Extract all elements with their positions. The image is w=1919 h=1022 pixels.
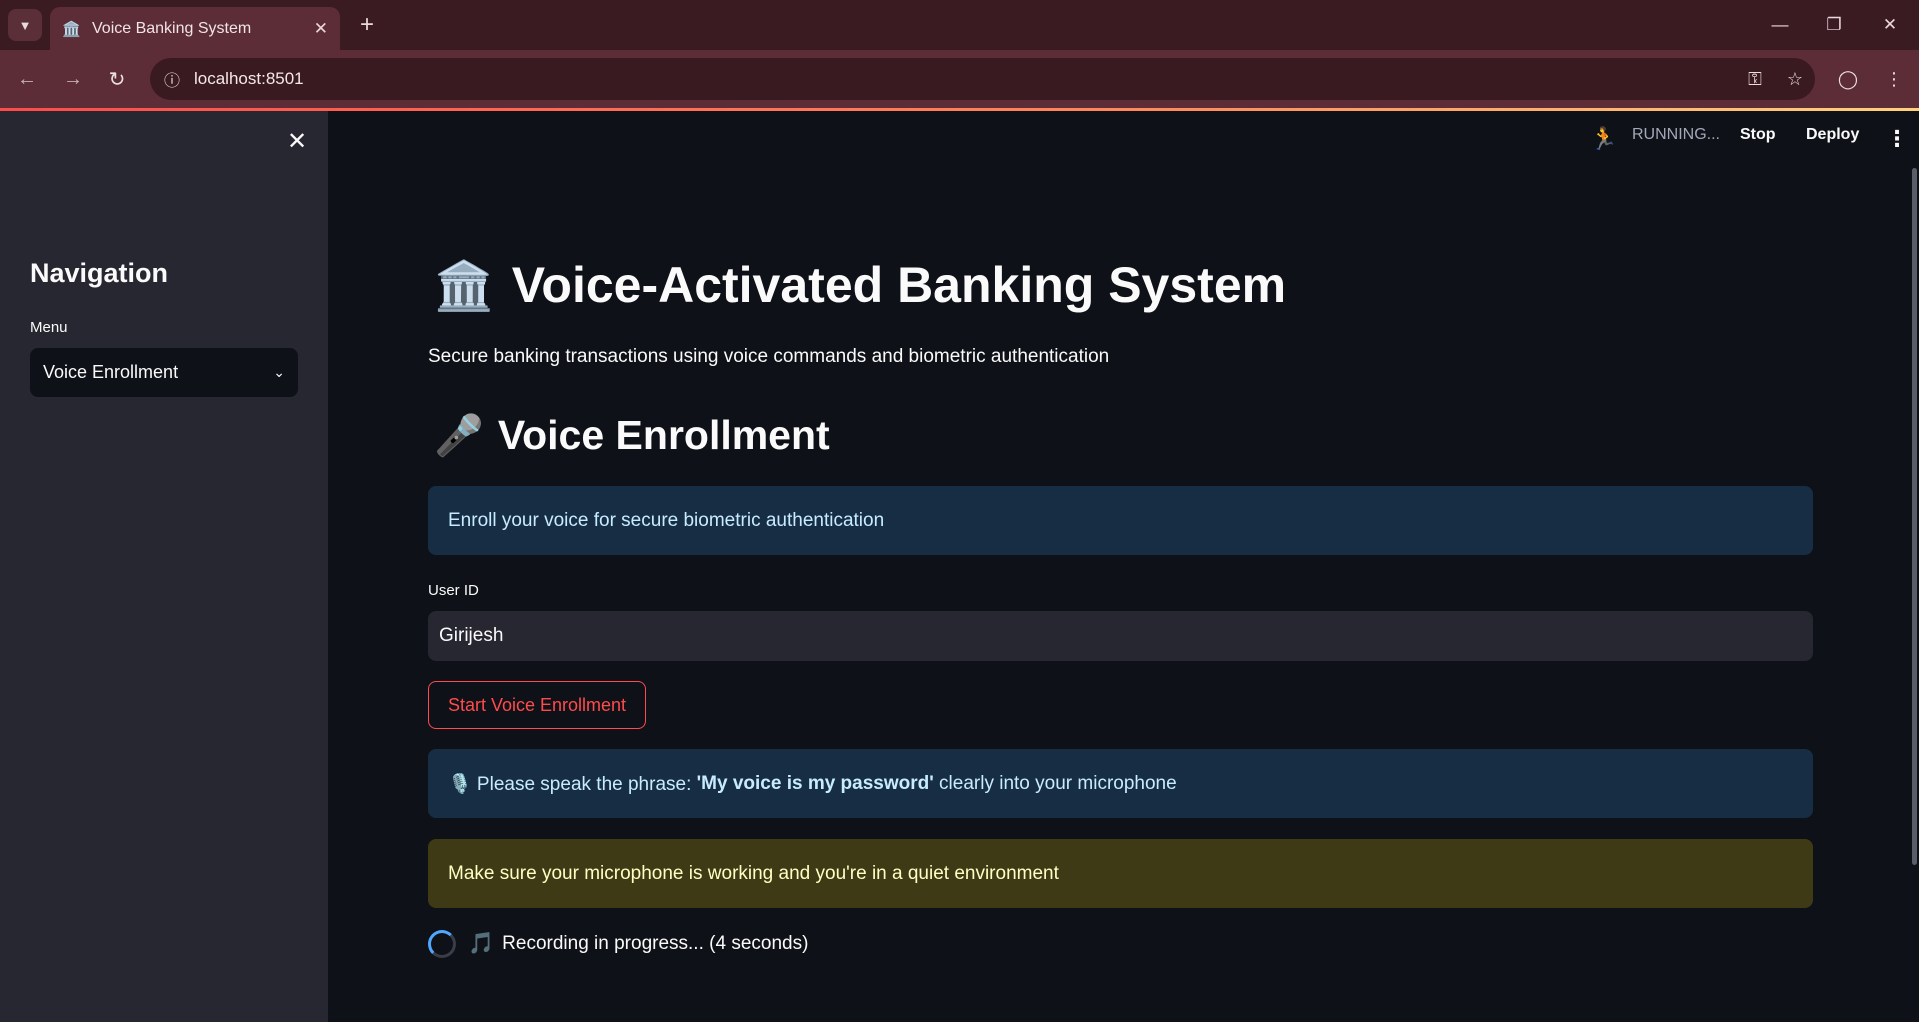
back-arrow-icon[interactable]: ←	[12, 64, 42, 94]
reload-icon[interactable]: ↻	[102, 64, 132, 94]
phrase-prefix: 🎙️ Please speak the phrase:	[448, 773, 697, 795]
info-alert-text: Enroll your voice for secure biometric a…	[448, 509, 885, 531]
page-subtitle: Secure banking transactions using voice …	[428, 346, 1110, 367]
favicon: 🏛️	[62, 20, 81, 38]
tab-search-button[interactable]: ▼	[8, 9, 42, 41]
chevron-down-icon: ▼	[18, 17, 32, 33]
phrase-text: 'My voice is my password'	[696, 772, 934, 794]
star-icon[interactable]: ☆	[1775, 69, 1815, 90]
menu-label: Menu	[30, 319, 68, 336]
phrase-alert: 🎙️ Please speak the phrase: 'My voice is…	[428, 749, 1813, 818]
warning-alert-text: Make sure your microphone is working and…	[448, 862, 1059, 884]
music-note-icon: 🎵	[468, 932, 495, 955]
forward-arrow-icon[interactable]: →	[58, 64, 88, 94]
window-close-icon[interactable]: ✕	[1862, 0, 1918, 50]
minimize-icon[interactable]: —	[1752, 0, 1808, 50]
warning-alert: Make sure your microphone is working and…	[428, 839, 1813, 908]
browser-tab[interactable]: 🏛️ Voice Banking System ✕	[50, 7, 340, 50]
recording-status-text: Recording in progress... (4 seconds)	[502, 933, 809, 954]
user-id-input[interactable]	[428, 611, 1813, 661]
address-bar[interactable]: ⓘ localhost:8501 ⚿ ☆	[150, 58, 1815, 100]
menu-select-value: Voice Enrollment	[43, 362, 179, 382]
section-title-text: Voice Enrollment	[497, 412, 830, 458]
app-menu-icon[interactable]: ⋮	[1886, 126, 1908, 152]
bank-icon: 🏛️	[434, 259, 494, 313]
section-title: 🎤 Voice Enrollment	[434, 412, 830, 459]
spinner-icon	[428, 930, 456, 958]
info-alert: Enroll your voice for secure biometric a…	[428, 486, 1813, 555]
microphone-icon: 🎤	[434, 414, 484, 458]
running-status: RUNNING...	[1632, 126, 1720, 143]
deploy-button[interactable]: Deploy	[1806, 126, 1859, 144]
kebab-menu-icon[interactable]: ⋮	[1879, 64, 1909, 94]
menu-select[interactable]: Voice Enrollment ⌄	[30, 348, 298, 397]
running-man-icon: 🏃	[1590, 126, 1618, 151]
recording-status: 🎵 Recording in progress... (4 seconds)	[428, 930, 808, 958]
sidebar	[0, 111, 328, 1022]
stop-button[interactable]: Stop	[1740, 126, 1776, 144]
phrase-suffix: clearly into your microphone	[933, 772, 1177, 794]
tab-close-icon[interactable]: ✕	[314, 19, 328, 39]
scrollbar[interactable]	[1912, 168, 1917, 865]
start-enrollment-button[interactable]: Start Voice Enrollment	[428, 681, 646, 729]
key-icon[interactable]: ⚿	[1735, 69, 1775, 90]
new-tab-button[interactable]: +	[352, 10, 382, 40]
site-info-icon[interactable]: ⓘ	[150, 67, 194, 91]
tab-title: Voice Banking System	[92, 19, 252, 37]
profile-icon[interactable]: ◯	[1833, 64, 1863, 94]
url-text[interactable]: localhost:8501	[194, 69, 1735, 89]
chevron-down-icon: ⌄	[273, 364, 285, 380]
restore-icon[interactable]: ❐	[1806, 0, 1862, 50]
user-id-label: User ID	[428, 582, 479, 599]
page-title: 🏛️ Voice-Activated Banking System	[434, 256, 1286, 314]
sidebar-close-icon[interactable]: ✕	[284, 128, 310, 155]
page-title-text: Voice-Activated Banking System	[511, 257, 1287, 313]
sidebar-title: Navigation	[30, 258, 169, 288]
